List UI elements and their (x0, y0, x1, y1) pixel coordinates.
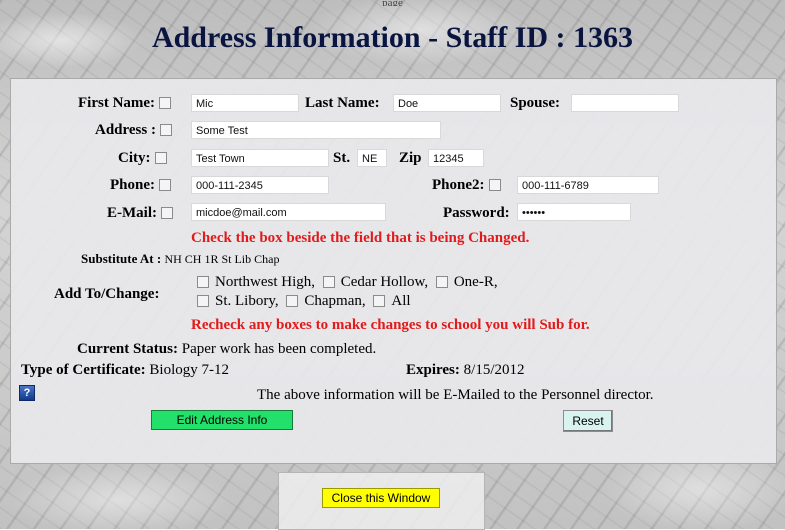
first-name-checkbox[interactable] (159, 96, 172, 109)
phone2-row: Phone2: (432, 177, 507, 194)
spouse-input[interactable] (571, 94, 679, 112)
substitute-at-label: Substitute At : (81, 251, 162, 266)
state-row: St. (333, 150, 350, 167)
school-label-st-libory: St. Libory, (215, 293, 279, 309)
certificate-value: Biology 7-12 (149, 362, 230, 378)
school-checkbox-northwest-high[interactable] (197, 275, 209, 288)
address-form-panel: First Name: Mic Last Name: Doe Spouse: A… (10, 78, 777, 464)
edit-address-info-button[interactable]: Edit Address Info (151, 410, 293, 430)
school-checkbox-cedar-hollow[interactable] (322, 275, 335, 288)
phone-input[interactable]: 000-111-2345 (191, 176, 329, 194)
current-status-label: Current Status: (77, 341, 178, 357)
city-checkbox[interactable] (154, 151, 167, 164)
email-checkbox[interactable] (161, 206, 173, 219)
current-status-value: Paper work has been completed. (181, 341, 377, 357)
expires-value: 8/15/2012 (463, 362, 525, 378)
recheck-instruction: Recheck any boxes to make changes to sch… (191, 317, 590, 333)
school-label-northwest-high: Northwest High, (215, 274, 315, 290)
first-name-label: First Name: (78, 95, 156, 111)
address-input[interactable]: Some Test (191, 121, 441, 139)
expires-row: Expires: 8/15/2012 (406, 362, 525, 379)
email-row: E-Mail: (107, 205, 179, 222)
school-checkbox-one-r[interactable] (435, 275, 448, 288)
last-name-label: Last Name: (305, 95, 380, 111)
phone2-input[interactable]: 000-111-6789 (517, 176, 659, 194)
phone2-checkbox[interactable] (488, 178, 501, 191)
reset-button[interactable]: Reset (563, 410, 613, 432)
school-checkbox-st-libory[interactable] (197, 294, 209, 307)
last-name-input[interactable]: Doe (393, 94, 501, 112)
address-checkbox[interactable] (159, 123, 172, 136)
spouse-row: Spouse: (510, 95, 560, 112)
email-input[interactable]: micdoe@mail.com (191, 203, 386, 221)
phone-row: Phone: (110, 177, 177, 194)
school-label-cedar-hollow: Cedar Hollow, (340, 274, 429, 290)
zip-row: Zip (399, 150, 422, 167)
school-label-chapman: Chapman, (304, 293, 366, 309)
substitute-at-value: NH CH 1R St Lib Chap (164, 252, 280, 266)
address-row: Address : (95, 122, 178, 139)
schools-line-1: Northwest High, Cedar Hollow, One-R, (193, 274, 498, 291)
last-name-row: Last Name: (305, 95, 380, 112)
spouse-label: Spouse: (510, 95, 561, 111)
current-status-row: Current Status: Paper work has been comp… (77, 341, 376, 358)
school-label-all: All (391, 293, 411, 309)
phone2-label: Phone2: (432, 177, 485, 193)
city-input[interactable]: Test Town (191, 149, 329, 167)
add-to-change-label: Add To/Change: (54, 286, 160, 302)
close-window-box: Close this Window (278, 472, 485, 530)
certificate-label: Type of Certificate: (21, 362, 146, 378)
first-name-input[interactable]: Mic (191, 94, 299, 112)
schools-line-2: St. Libory, Chapman, All (193, 293, 411, 310)
add-to-change-row: Add To/Change: (54, 286, 159, 303)
phone-checkbox[interactable] (159, 178, 171, 191)
school-checkbox-all[interactable] (373, 294, 386, 307)
zip-input[interactable]: 12345 (428, 149, 484, 167)
city-label: City: (118, 150, 151, 166)
password-row: Password: (443, 205, 510, 222)
substitute-at-row: Substitute At : NH CH 1R St Lib Chap (81, 251, 279, 267)
phone-label: Phone: (110, 177, 155, 193)
email-notice: The above information will be E-Mailed t… (257, 387, 654, 403)
close-window-button[interactable]: Close this Window (322, 488, 440, 508)
first-name-row: First Name: (78, 95, 177, 112)
school-checkbox-chapman[interactable] (286, 294, 299, 307)
address-label: Address : (95, 122, 156, 138)
password-label: Password: (443, 205, 510, 221)
zip-label: Zip (399, 150, 422, 166)
city-row: City: (118, 150, 173, 167)
state-input[interactable]: NE (357, 149, 387, 167)
expires-label: Expires: (406, 362, 460, 378)
school-label-one-r: One-R, (453, 274, 498, 290)
page-title: Address Information - Staff ID : 1363 (151, 21, 634, 54)
title-bar: Address Information - Staff ID : 1363 (10, 6, 775, 70)
state-label: St. (333, 150, 351, 166)
password-input[interactable]: •••••• (517, 203, 631, 221)
check-box-instruction: Check the box beside the field that is b… (191, 230, 530, 246)
email-label: E-Mail: (107, 205, 157, 221)
certificate-row: Type of Certificate: Biology 7-12 (21, 362, 229, 379)
help-question-icon[interactable]: ? (19, 385, 35, 401)
